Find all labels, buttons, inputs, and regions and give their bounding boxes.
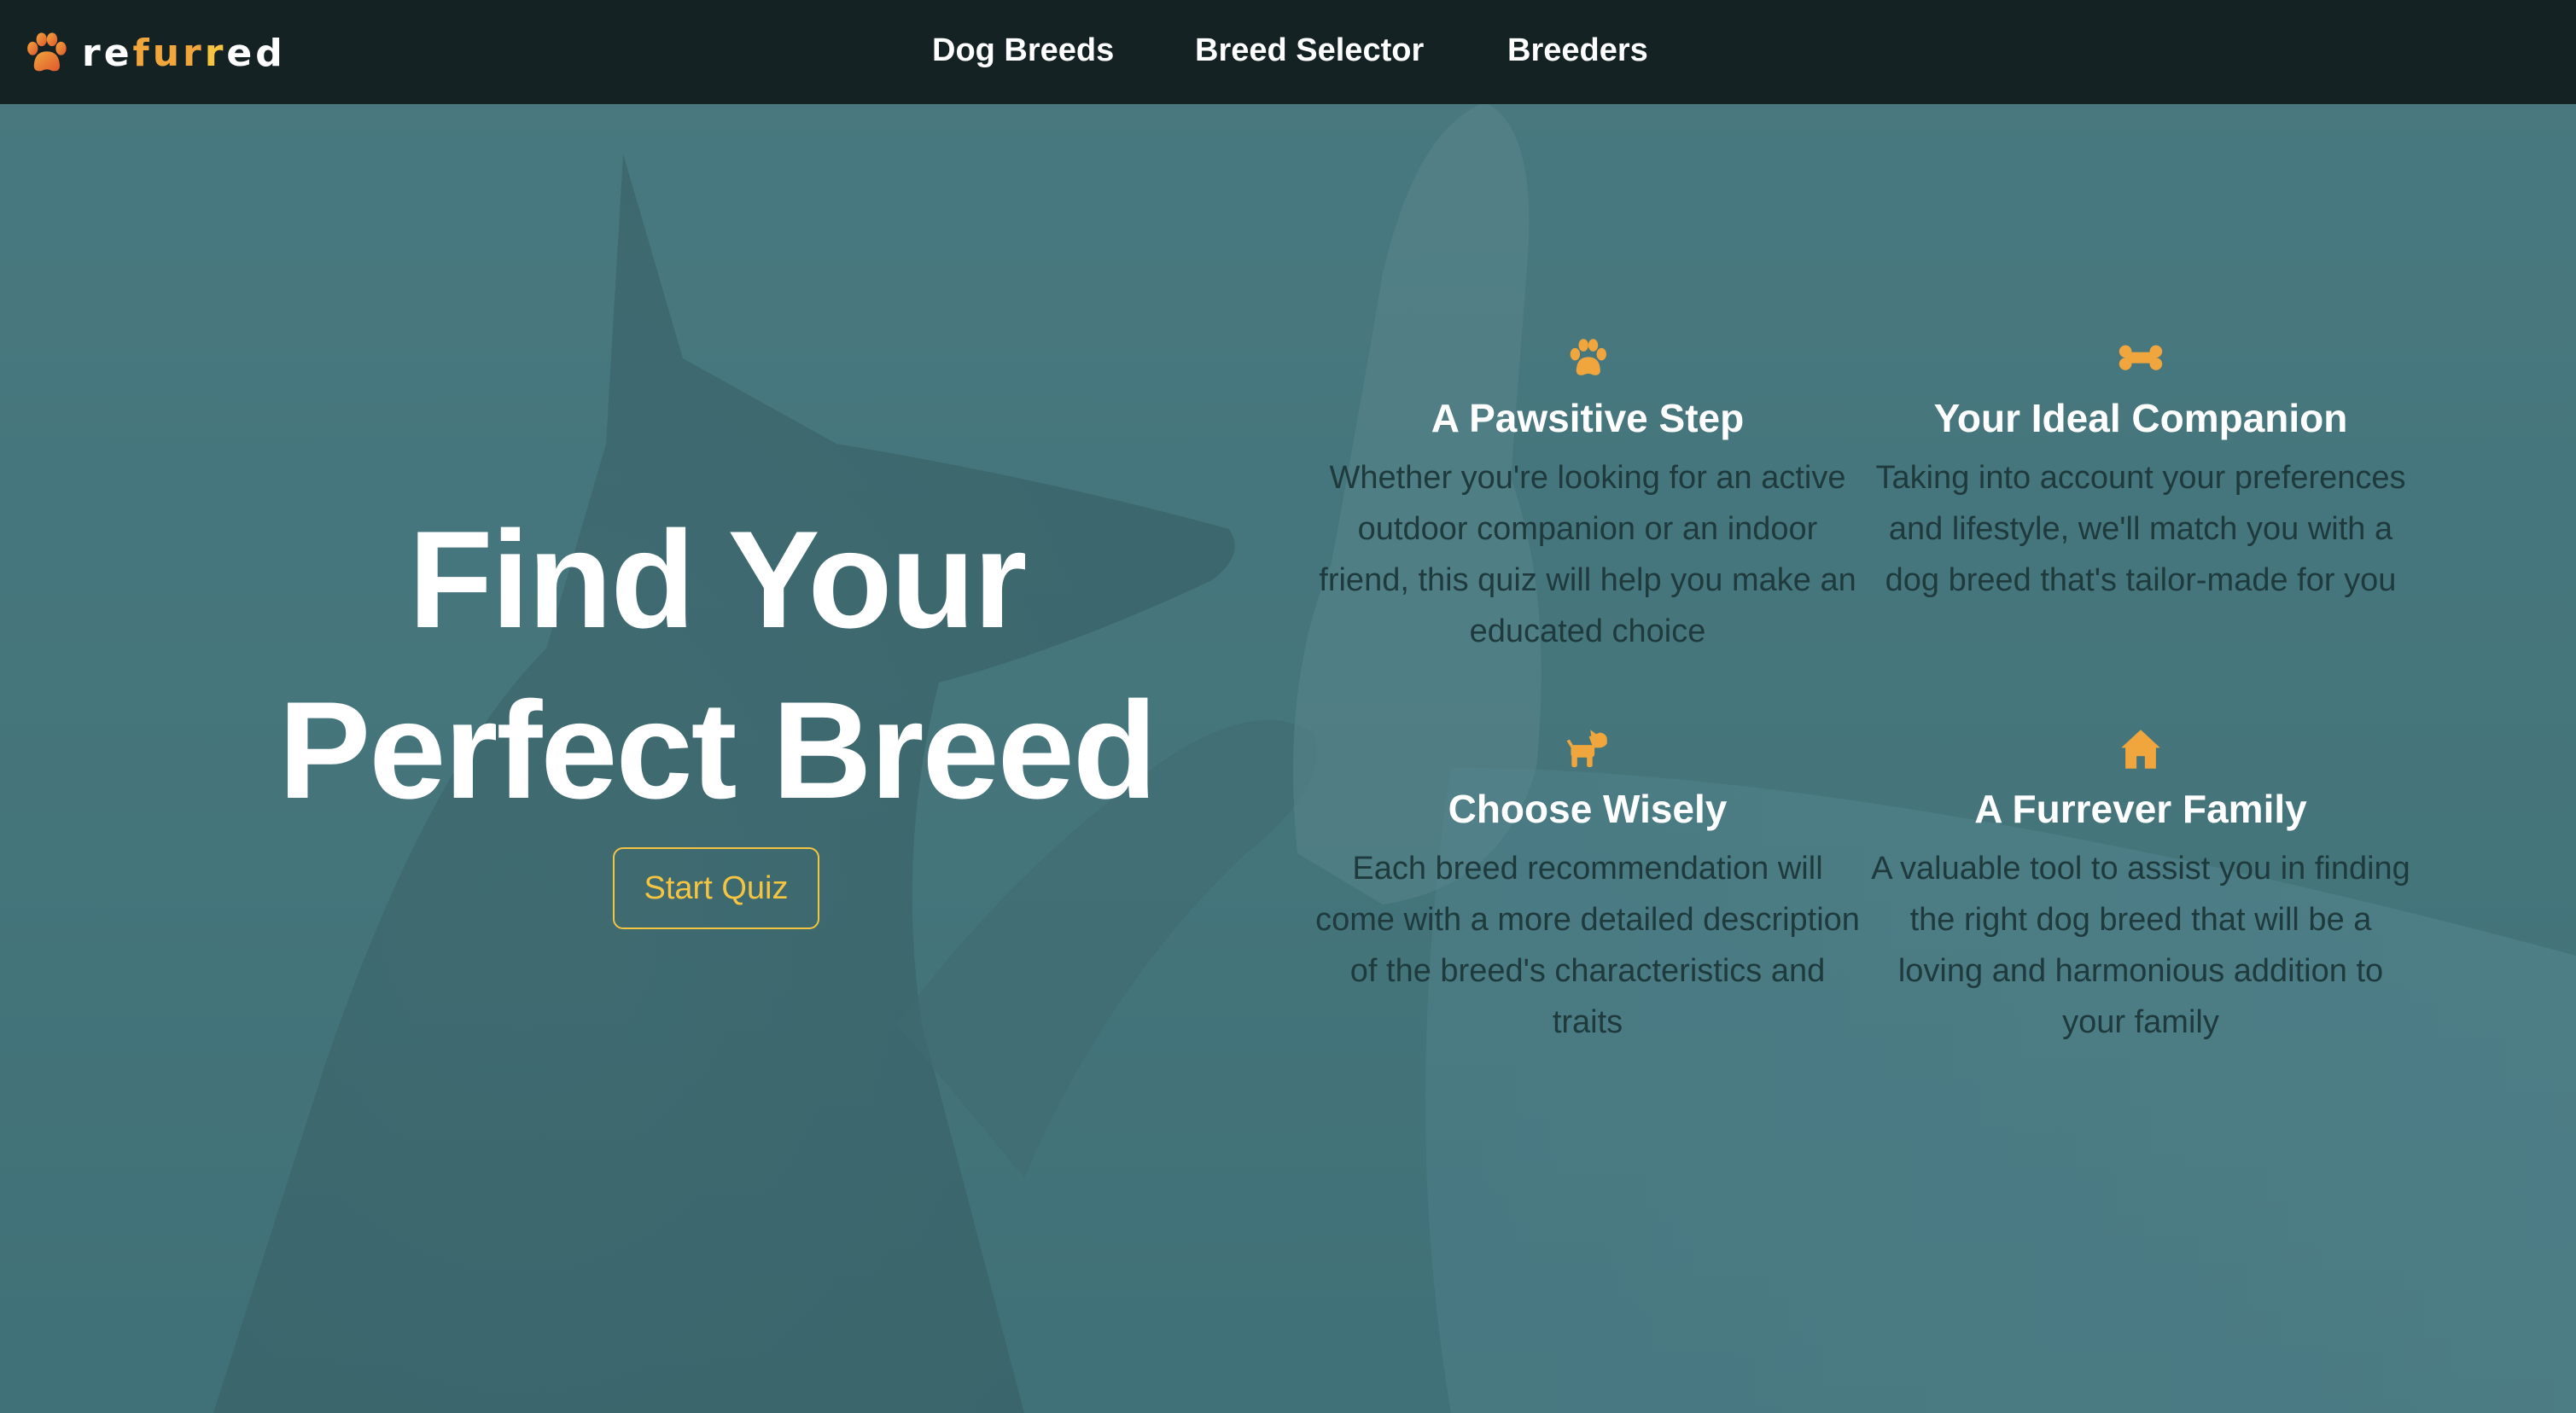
hero-headline: Find Your Perfect Breed [196,495,1238,836]
feature-card: Choose Wisely Each breed recommendation … [1314,727,1861,1048]
hero-headline-line1: Find Your [408,503,1028,657]
feature-card: Your Ideal Companion Taking into account… [1868,336,2414,606]
feature-description: A valuable tool to assist you in finding… [1871,851,2410,1040]
brand-wordmark-highlight: fur [132,31,205,75]
feature-title: Choose Wisely [1448,787,1728,831]
nav-link-breeders[interactable]: Breeders [1507,32,1648,69]
house-icon [2121,730,2160,769]
bone-icon [2118,345,2163,370]
nav-link-breed-selector[interactable]: Breed Selector [1195,32,1424,69]
nav-link-dog-breeds[interactable]: Dog Breeds [932,32,1114,69]
feature-description: Whether you're looking for an active out… [1319,460,1856,649]
hero-headline-line2: Perfect Breed [278,673,1157,828]
feature-title: A Furrever Family [1974,787,2307,831]
feature-description: Taking into account your preferences and… [1875,460,2406,598]
feature-card: A Pawsitive Step Whether you're looking … [1314,336,1861,657]
start-quiz-button[interactable]: Start Quiz [613,847,819,929]
feature-description: Each breed recommendation will come with… [1315,851,1860,1040]
brand-wordmark-highlight: r [204,31,227,75]
paw-icon [1570,339,1606,375]
feature-title: A Pawsitive Step [1431,396,1745,440]
feature-card: A Furrever Family A valuable tool to ass… [1868,727,2414,1048]
brand-logo[interactable]: refurred [22,29,286,77]
brand-wordmark-part: ed [226,31,286,75]
landing-page: refurred Dog Breeds Breed Selector Breed… [0,0,2576,1413]
brand-wordmark: refurred [82,32,286,75]
paw-logo-icon [27,32,67,72]
brand-wordmark-part: re [82,31,133,75]
feature-title: Your Ideal Companion [1933,396,2348,440]
dog-icon [1566,730,1607,768]
top-navbar: refurred Dog Breeds Breed Selector Breed… [0,0,2576,104]
